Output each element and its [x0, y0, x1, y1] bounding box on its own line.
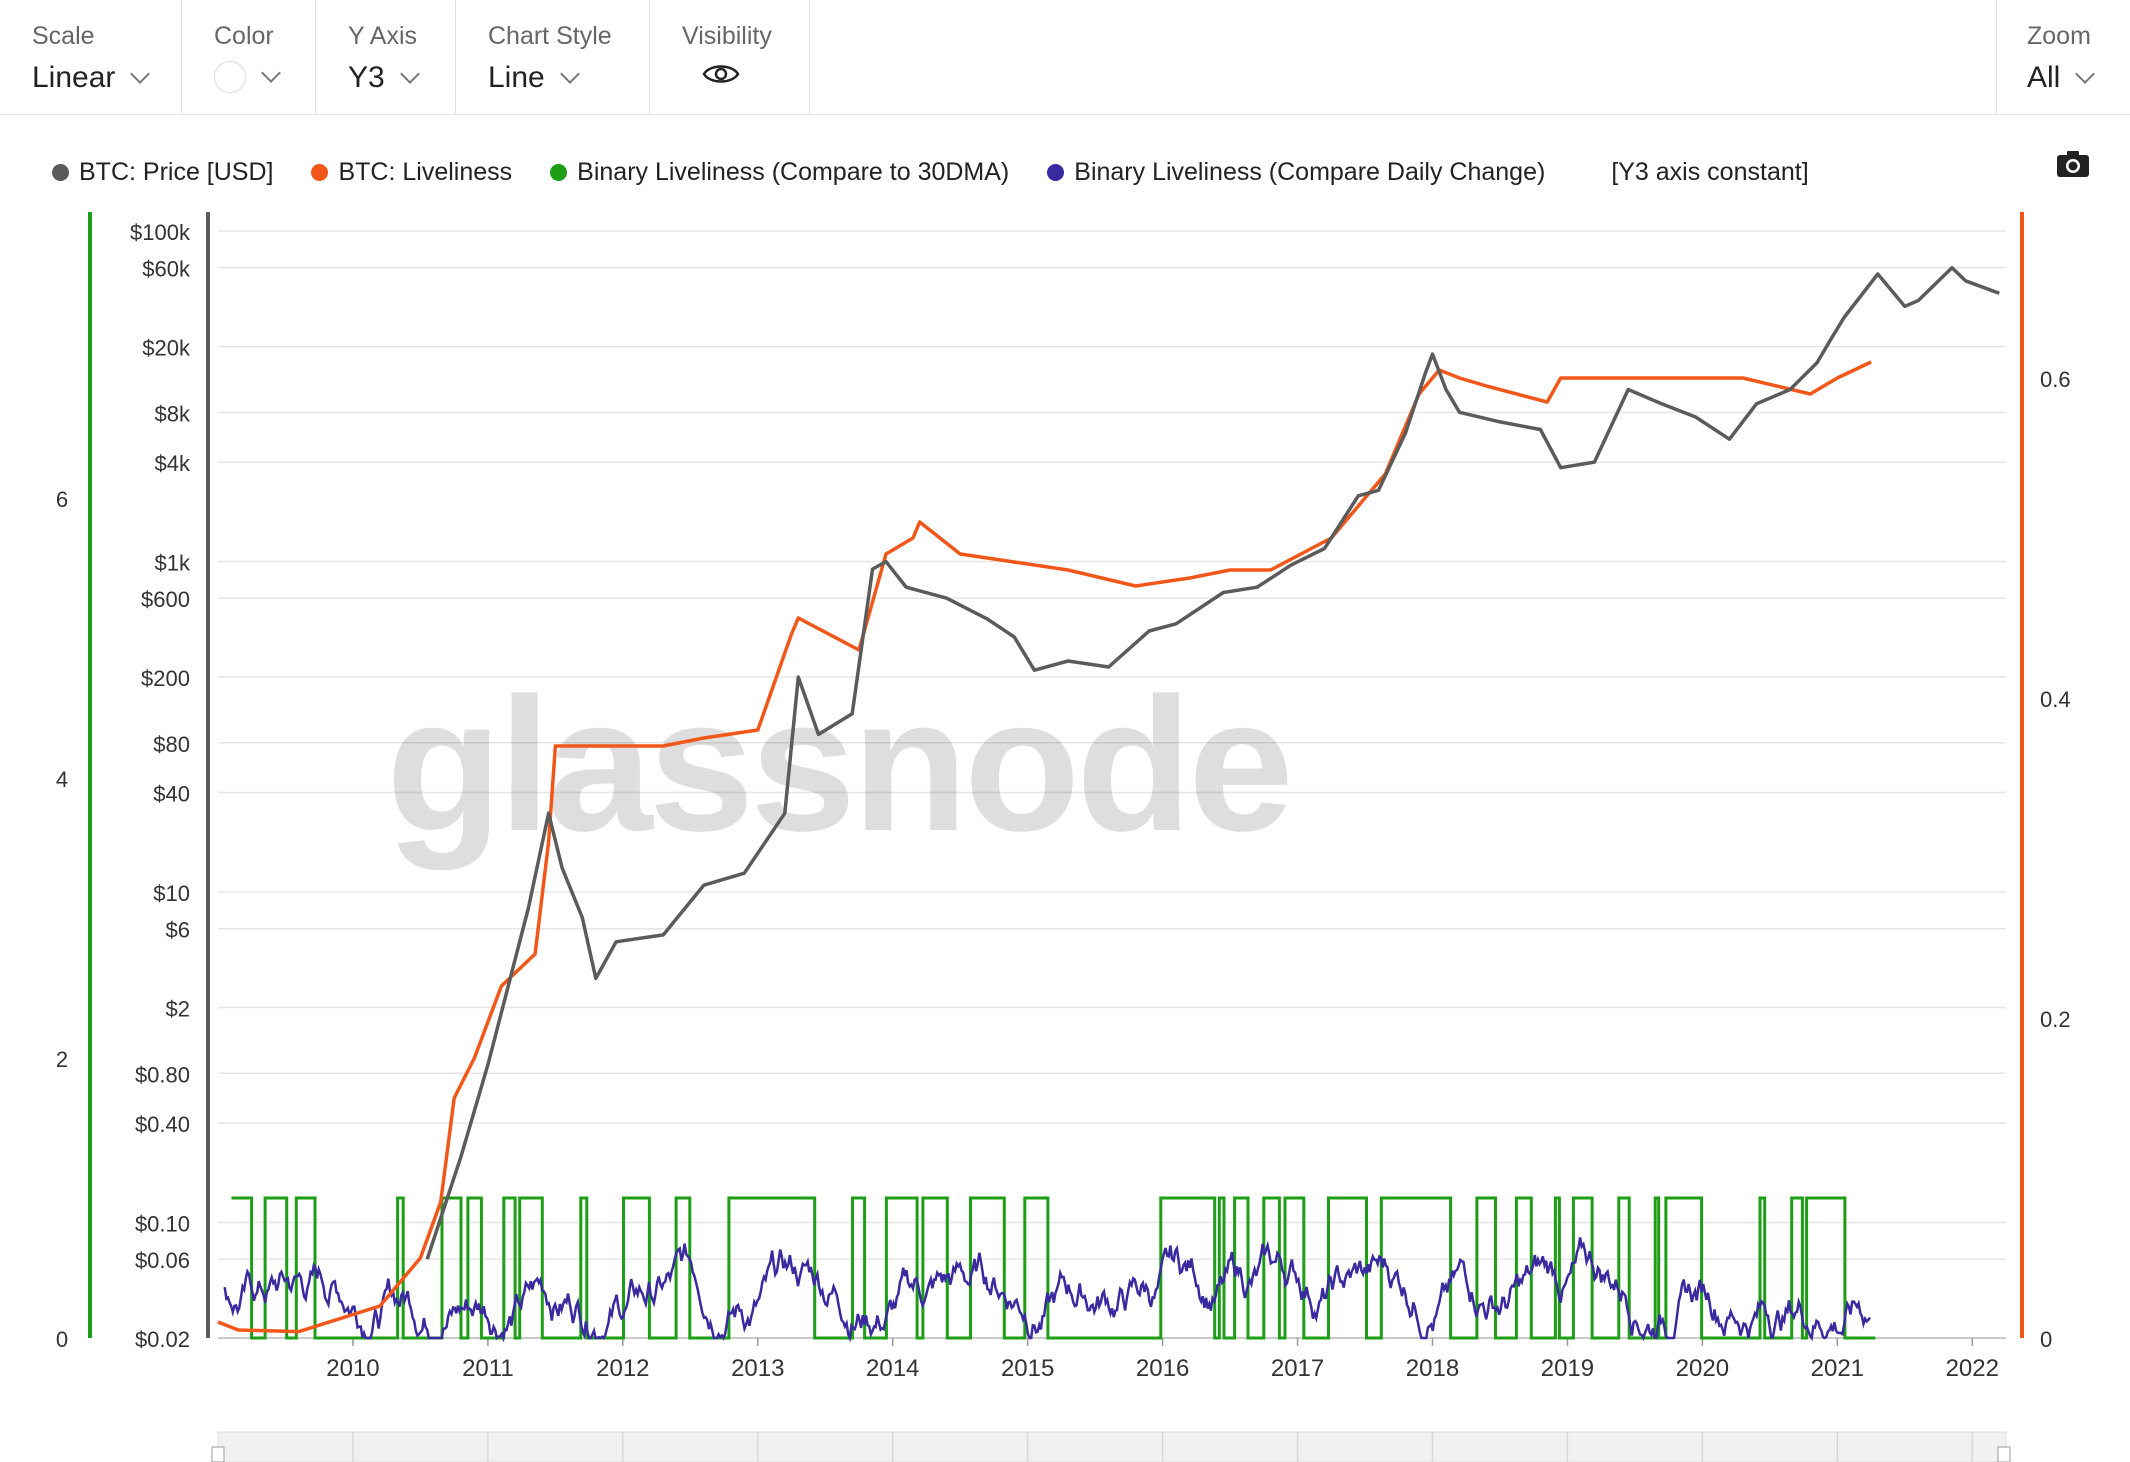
price-tick-label: $8k [155, 401, 191, 426]
x-tick-label: 2022 [1946, 1355, 1999, 1382]
binary-tick-label: 0 [56, 1327, 68, 1352]
price-tick-label: $1k [155, 551, 191, 576]
chevron-down-icon [261, 63, 281, 83]
liveliness-tick-label: 0 [2040, 1327, 2052, 1352]
price-tick-label: $20k [142, 336, 191, 361]
x-tick-label: 2010 [326, 1355, 379, 1382]
chevron-down-icon [130, 64, 151, 84]
price-tick-label: $0.80 [135, 1062, 190, 1087]
y-axis-dropdown[interactable]: Y Axis Y3 [316, 0, 456, 114]
color-swatch [214, 61, 246, 93]
legend-dot [311, 163, 329, 181]
liveliness-tick-label: 0.6 [2040, 367, 2071, 392]
price-tick-label: $0.10 [135, 1212, 190, 1237]
chart-area: $100k$60k$20k$8k$4k$1k$600$200$80$40$10$… [56, 212, 2071, 1462]
visibility-label: Visibility [682, 22, 772, 50]
chart-style-dropdown[interactable]: Chart Style Line [456, 0, 650, 114]
zoom-dropdown[interactable]: Zoom All [1996, 0, 2130, 114]
price-tick-label: $2 [166, 997, 190, 1022]
price-tick-label: $200 [141, 666, 190, 691]
binary-tick-label: 6 [56, 487, 68, 512]
x-tick-label: 2021 [1811, 1355, 1864, 1382]
x-tick-label: 2016 [1136, 1355, 1189, 1382]
chart-toolbar: Scale Linear Color Y Axis Y3 Chart Style… [0, 0, 2130, 115]
x-tick-label: 2014 [866, 1355, 919, 1382]
price-tick-label: $6 [166, 918, 190, 943]
zoom-value: All [2027, 61, 2061, 94]
x-tick-label: 2018 [1406, 1355, 1459, 1382]
legend-item-price[interactable]: BTC: Price [USD] [52, 158, 273, 187]
chevron-down-icon [399, 64, 420, 84]
color-label: Color [214, 22, 274, 50]
x-tick-label: 2017 [1271, 1355, 1324, 1382]
legend-item-liveliness[interactable]: BTC: Liveliness [311, 158, 512, 187]
x-tick-label: 2012 [596, 1355, 649, 1382]
x-tick-label: 2019 [1541, 1355, 1594, 1382]
binary-tick-label: 2 [56, 1047, 68, 1072]
chart-legend: BTC: Price [USD] BTC: Liveliness Binary … [52, 152, 1809, 192]
x-tick-label: 2020 [1676, 1355, 1729, 1382]
camera-icon[interactable] [2056, 150, 2090, 178]
legend-label: BTC: Liveliness [338, 157, 513, 186]
navigator-handle-left [211, 1446, 225, 1462]
legend-item-binary-daily[interactable]: Binary Liveliness (Compare Daily Change) [1047, 158, 1545, 187]
scale-dropdown[interactable]: Scale Linear [0, 0, 182, 114]
liveliness-tick-label: 0.4 [2040, 687, 2071, 712]
eye-icon [702, 65, 740, 83]
zoom-label: Zoom [2027, 22, 2091, 50]
chevron-down-icon [559, 64, 580, 84]
price-tick-label: $40 [153, 782, 190, 807]
legend-dot [1047, 163, 1065, 181]
legend-note: [Y3 axis constant] [1611, 158, 1808, 187]
x-tick-label: 2011 [462, 1355, 514, 1382]
price-tick-label: $10 [153, 881, 190, 906]
chart-style-value: Line [488, 61, 545, 94]
legend-label: BTC: Price [USD] [79, 157, 274, 186]
price-tick-label: $60k [142, 257, 191, 282]
legend-label: Binary Liveliness (Compare Daily Change) [1074, 157, 1546, 186]
legend-dot [550, 163, 568, 181]
legend-label: Binary Liveliness (Compare to 30DMA) [577, 157, 1010, 186]
x-tick-label: 2013 [731, 1355, 784, 1382]
price-tick-label: $0.40 [135, 1112, 190, 1137]
chevron-down-icon [2075, 64, 2096, 84]
binary-tick-label: 4 [56, 767, 68, 792]
watermark-text: glassnode [386, 659, 1290, 871]
price-tick-label: $80 [153, 732, 190, 757]
price-tick-label: $0.02 [135, 1327, 190, 1352]
price-tick-label: $4k [155, 451, 191, 476]
legend-note-text: [Y3 axis constant] [1611, 157, 1809, 186]
visibility-toggle[interactable]: Visibility [650, 0, 810, 114]
legend-dot [52, 163, 69, 181]
liveliness-tick-label: 0.2 [2040, 1007, 2071, 1032]
y-axis-value: Y3 [348, 61, 385, 94]
scale-value: Linear [32, 61, 116, 94]
navigator-strip [217, 1431, 2007, 1462]
price-tick-label: $0.06 [135, 1248, 190, 1273]
x-tick-label: 2015 [1001, 1355, 1054, 1382]
chart-style-label: Chart Style [488, 22, 612, 50]
price-tick-label: $100k [130, 220, 191, 245]
scale-label: Scale [32, 22, 95, 50]
legend-item-binary-30dma[interactable]: Binary Liveliness (Compare to 30DMA) [550, 158, 1009, 187]
price-tick-label: $600 [141, 587, 190, 612]
y-axis-label: Y Axis [348, 22, 418, 50]
navigator-handle-right [1997, 1446, 2011, 1462]
color-dropdown[interactable]: Color [182, 0, 316, 114]
